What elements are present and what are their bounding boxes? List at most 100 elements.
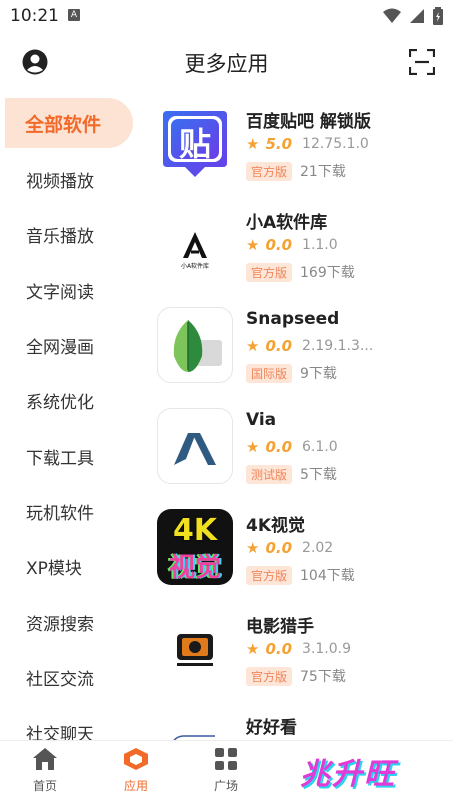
app-list-item[interactable]: 好好看 [140, 701, 453, 740]
haohaokan-app-icon [157, 711, 233, 740]
app-meta: ★ 0.0 1.1.0 [246, 236, 338, 254]
sidebar-item-reading[interactable]: 文字阅读 [0, 265, 140, 315]
via-app-icon [157, 408, 233, 484]
4k-top-text: 4K [172, 513, 218, 548]
sidebar-item-music[interactable]: 音乐播放 [0, 209, 140, 259]
app-rating: 0.0 [265, 337, 293, 355]
nav-home-label: 首页 [32, 779, 57, 793]
app-meta: ★ 0.0 3.1.0.9 [246, 640, 351, 658]
home-icon [33, 748, 57, 770]
4k-app-icon: 4K 视觉 [157, 509, 233, 585]
app-list-item[interactable]: 贴 百度贴吧 解锁版 ★ 5.0 12.75.1.0 官方版 21下载 [140, 95, 453, 195]
app-rating: 0.0 [265, 640, 293, 658]
sidebar-item-download[interactable]: 下载工具 [0, 431, 140, 481]
star-icon: ★ [246, 539, 260, 557]
nav-home[interactable]: 首页 [15, 747, 75, 794]
app-version: 2.19.1.3... [302, 338, 374, 354]
app-list-item[interactable]: 电影猎手 ★ 0.0 3.1.0.9 官方版 75下载 [140, 600, 453, 700]
via-logo-icon [174, 433, 216, 465]
app-version: 2.02 [302, 540, 334, 556]
star-icon: ★ [246, 236, 260, 254]
edition-badge: 官方版 [246, 565, 293, 585]
tieba-glyph: 贴 [178, 125, 211, 163]
bottom-navigation: 首页 应用 广场 兆升旺 [0, 740, 453, 806]
app-name: 小A软件库 [246, 213, 328, 233]
download-count: 75下载 [300, 669, 346, 685]
sidebar-item-all[interactable]: 全部软件 [5, 98, 133, 148]
nav-plaza-label: 广场 [213, 779, 238, 793]
snapseed-app-icon [157, 307, 233, 383]
xiaoa-app-icon: A 小A软件库 [157, 206, 233, 282]
edition-badge: 官方版 [246, 161, 293, 181]
download-count: 169下载 [300, 265, 355, 281]
sidebar-item-search[interactable]: 资源搜索 [0, 597, 140, 647]
wifi-icon [383, 8, 401, 23]
app-name: Via [246, 410, 277, 430]
sidebar-item-system[interactable]: 系统优化 [0, 375, 140, 425]
app-meta: ★ 5.0 12.75.1.0 [246, 135, 369, 153]
system-icons [383, 7, 443, 25]
notification-a-icon: A [68, 9, 80, 21]
download-count: 9下载 [300, 366, 337, 382]
app-tags: 官方版 21下载 [246, 161, 346, 181]
sidebar-item-community[interactable]: 社区交流 [0, 652, 140, 702]
xiaoa-caption: 小A软件库 [180, 263, 210, 270]
nav-plaza[interactable]: 广场 [196, 747, 256, 794]
app-version: 3.1.0.9 [302, 641, 352, 657]
app-name: 4K视觉 [246, 516, 306, 536]
app-rating: 5.0 [265, 135, 293, 153]
download-count: 21下载 [300, 164, 346, 180]
edition-badge: 官方版 [246, 262, 293, 282]
sidebar-item-xposed[interactable]: XP模块 [0, 541, 140, 591]
page-title: 更多应用 [184, 52, 269, 76]
app-version: 6.1.0 [302, 439, 338, 455]
movie-hunter-app-icon [157, 610, 233, 686]
scan-icon[interactable] [409, 49, 435, 75]
status-time: 10:21 [10, 6, 59, 26]
app-list-item[interactable]: Snapseed ★ 0.0 2.19.1.3... 国际版 9下载 [140, 297, 453, 397]
app-tags: 国际版 9下载 [246, 363, 337, 383]
app-rating: 0.0 [265, 236, 293, 254]
app-list-item[interactable]: 4K 视觉 4K视觉 ★ 0.0 2.02 官方版 104下载 [140, 499, 453, 599]
app-version: 12.75.1.0 [302, 136, 369, 152]
cube-icon [124, 748, 148, 770]
download-count: 104下载 [300, 568, 355, 584]
edition-badge: 测试版 [246, 464, 293, 484]
app-list-item[interactable]: A 小A软件库 小A软件库 ★ 0.0 1.1.0 官方版 169下载 [140, 196, 453, 296]
grid-icon [215, 748, 237, 770]
app-tags: 官方版 169下载 [246, 262, 355, 282]
edition-badge: 国际版 [246, 363, 293, 383]
status-bar: 10:21 A [0, 0, 453, 32]
edition-badge: 官方版 [246, 666, 293, 686]
app-meta: ★ 0.0 6.1.0 [246, 438, 338, 456]
nav-apps[interactable]: 应用 [106, 747, 166, 794]
star-icon: ★ [246, 135, 260, 153]
app-tags: 官方版 104下载 [246, 565, 355, 585]
app-name: Snapseed [246, 309, 340, 329]
4k-bottom-text: 视觉 [168, 553, 221, 583]
download-count: 5下载 [300, 467, 337, 483]
sidebar-item-social[interactable]: 社交聊天 [0, 707, 140, 741]
haohaokan-logo-icon [173, 735, 215, 740]
app-name: 百度贴吧 解锁版 [246, 112, 371, 132]
sidebar-item-comics[interactable]: 全网漫画 [0, 320, 140, 370]
app-header: 更多应用 [0, 32, 453, 90]
battery-icon [433, 7, 443, 25]
nav-apps-label: 应用 [123, 779, 148, 793]
app-list: 贴 百度贴吧 解锁版 ★ 5.0 12.75.1.0 官方版 21下载 A 小A… [140, 95, 453, 740]
sidebar-item-video[interactable]: 视频播放 [0, 154, 140, 204]
app-list-item[interactable]: Via ★ 0.0 6.1.0 测试版 5下载 [140, 398, 453, 498]
leaf-icon [173, 320, 222, 372]
app-name: 电影猎手 [246, 617, 314, 637]
app-version: 1.1.0 [302, 237, 338, 253]
signal-icon [410, 9, 424, 23]
app-tags: 测试版 5下载 [246, 464, 337, 484]
star-icon: ★ [246, 640, 260, 658]
app-meta: ★ 0.0 2.02 [246, 539, 333, 557]
film-icon [177, 634, 213, 666]
app-rating: 0.0 [265, 438, 293, 456]
sidebar-item-tinker[interactable]: 玩机软件 [0, 486, 140, 536]
app-meta: ★ 0.0 2.19.1.3... [246, 337, 373, 355]
star-icon: ★ [246, 337, 260, 355]
app-name: 好好看 [246, 718, 297, 738]
